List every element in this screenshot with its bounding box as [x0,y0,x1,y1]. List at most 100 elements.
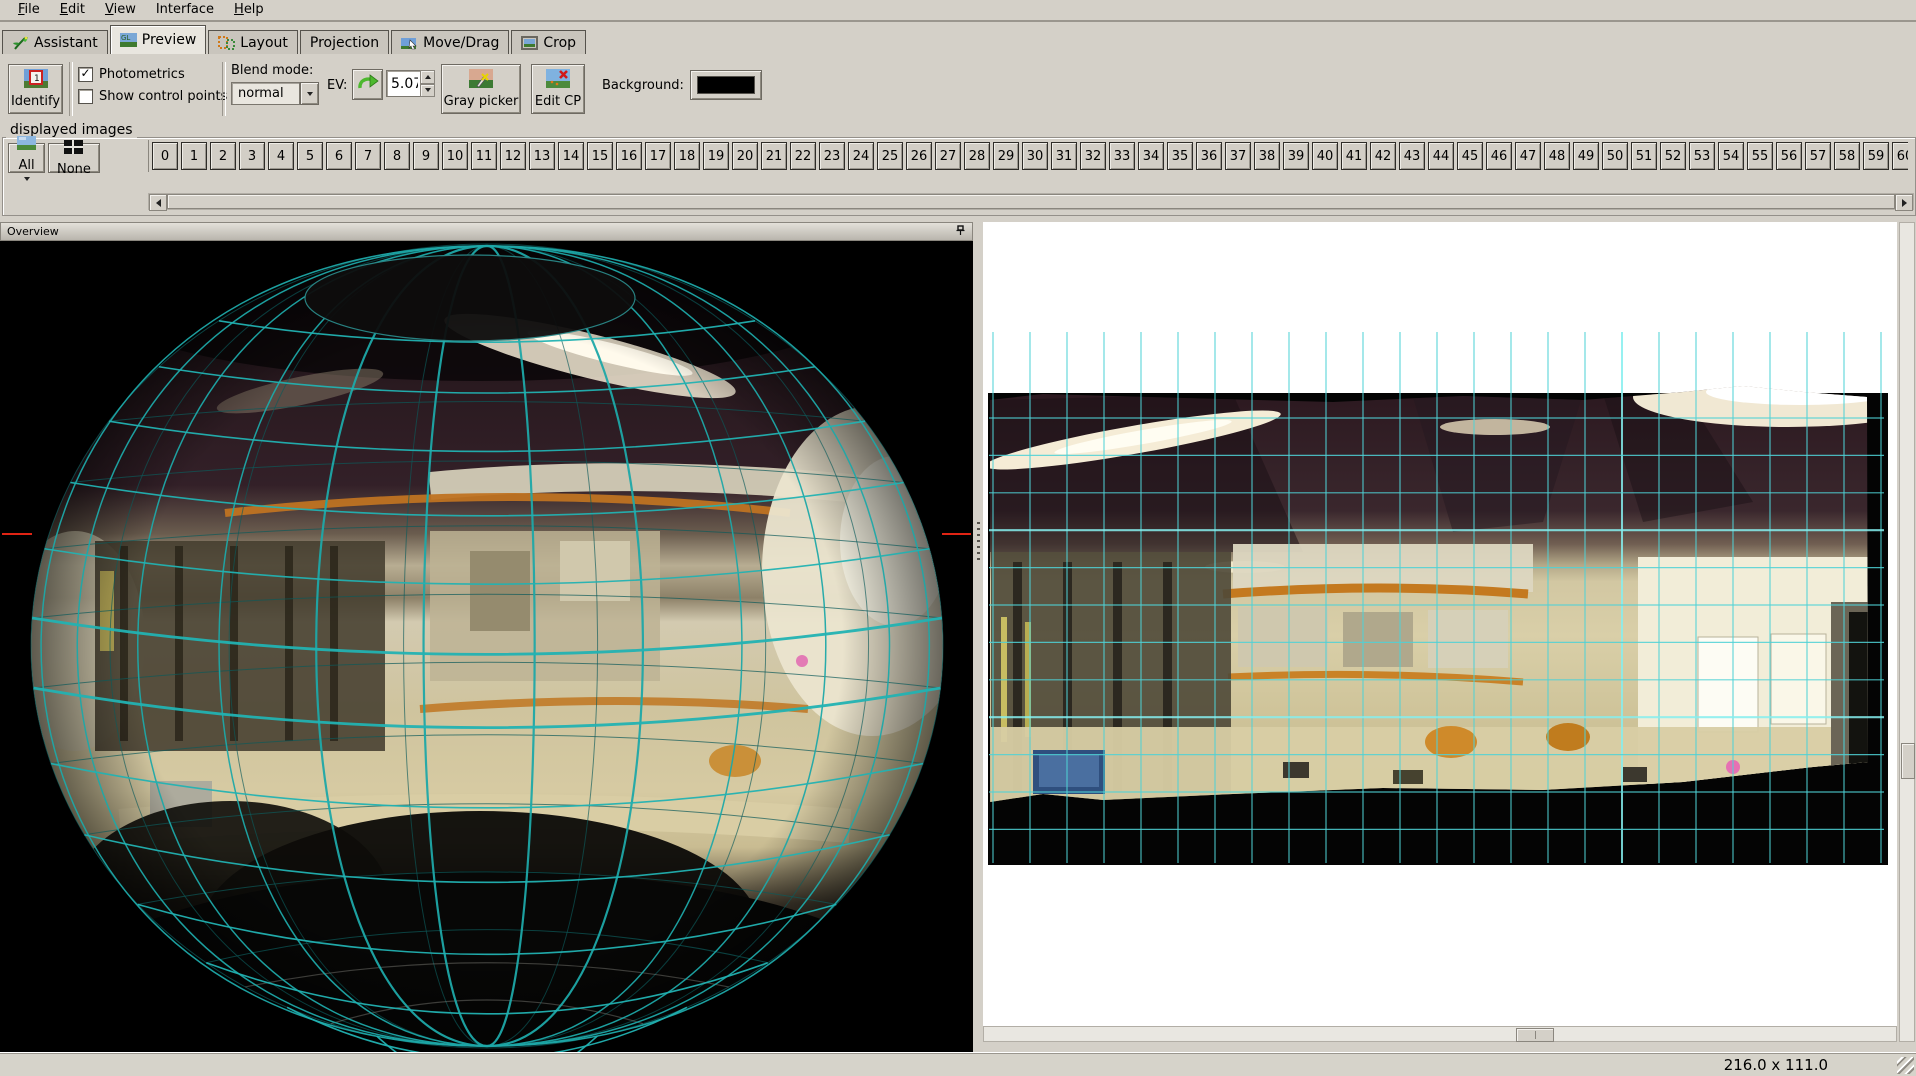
image-toggle-button[interactable]: 48 [1544,142,1570,170]
menu-interface[interactable]: Interface [146,0,224,20]
pano-vertical-scrollbar[interactable] [1899,222,1915,1042]
image-toggle-button[interactable]: 45 [1457,142,1483,170]
image-toggle-button[interactable]: 28 [964,142,990,170]
scroll-right-icon[interactable] [1895,194,1913,211]
show-cp-checkbox-row[interactable]: Show control points [78,89,227,104]
image-toggle-button[interactable]: 8 [384,142,410,170]
image-toggle-button[interactable]: 37 [1225,142,1251,170]
edit-cp-button[interactable]: Edit CP [531,64,585,114]
image-toggle-button[interactable]: 46 [1486,142,1512,170]
image-toggle-button[interactable]: 2 [210,142,236,170]
image-toggle-button[interactable]: 59 [1863,142,1889,170]
image-toggle-button[interactable]: 31 [1051,142,1077,170]
image-toggle-button[interactable]: 9 [413,142,439,170]
image-toggle-button[interactable]: 18 [674,142,700,170]
image-toggle-button[interactable]: 5 [297,142,323,170]
image-toggle-button[interactable]: 27 [935,142,961,170]
image-toggle-button[interactable]: 44 [1428,142,1454,170]
identify-button[interactable]: 1 Identify [8,64,63,114]
image-strip-scrollbar[interactable] [148,193,1914,210]
image-toggle-button[interactable]: 51 [1631,142,1657,170]
blend-mode-dropdown-arrow[interactable] [300,82,319,105]
pin-icon[interactable] [955,225,966,239]
menu-edit[interactable]: Edit [50,0,95,20]
image-toggle-button[interactable]: 38 [1254,142,1280,170]
image-toggle-button[interactable]: 26 [906,142,932,170]
image-toggle-button[interactable]: 14 [558,142,584,170]
photometrics-checkbox[interactable] [78,67,93,82]
image-toggle-button[interactable]: 55 [1747,142,1773,170]
image-toggle-button[interactable]: 7 [355,142,381,170]
show-control-points-checkbox[interactable] [78,89,93,104]
image-toggle-button[interactable]: 33 [1109,142,1135,170]
menu-view[interactable]: View [95,0,146,20]
panel-splitter[interactable] [973,222,983,1052]
show-all-button[interactable]: All [8,143,45,173]
tab-assistant[interactable]: Assistant [2,30,108,54]
ev-spin-buttons[interactable] [420,70,435,97]
image-toggle-button[interactable]: 30 [1022,142,1048,170]
image-toggle-button[interactable]: 15 [587,142,613,170]
image-toggle-button[interactable]: 42 [1370,142,1396,170]
image-toggle-button[interactable]: 24 [848,142,874,170]
image-toggle-button[interactable]: 25 [877,142,903,170]
image-strip-scroll-thumb[interactable] [167,194,1895,209]
image-toggle-button[interactable]: 50 [1602,142,1628,170]
image-toggle-button[interactable]: 58 [1834,142,1860,170]
tab-crop[interactable]: Crop [511,30,586,54]
image-toggle-button[interactable]: 56 [1776,142,1802,170]
ev-apply-button[interactable] [352,69,383,100]
pano-vscroll-thumb[interactable] [1901,743,1915,779]
show-none-button[interactable]: None [48,143,100,173]
image-toggle-button[interactable]: 6 [326,142,352,170]
image-toggle-button[interactable]: 43 [1399,142,1425,170]
image-toggle-button[interactable]: 34 [1138,142,1164,170]
image-toggle-button[interactable]: 17 [645,142,671,170]
image-toggle-button[interactable]: 49 [1573,142,1599,170]
tab-preview[interactable]: GL Preview [110,25,207,54]
tab-layout[interactable]: Layout [208,30,298,54]
image-toggle-button[interactable]: 19 [703,142,729,170]
image-toggle-button[interactable]: 11 [471,142,497,170]
image-toggle-button[interactable]: 12 [500,142,526,170]
image-toggle-button[interactable]: 21 [761,142,787,170]
menu-help[interactable]: Help [224,0,274,20]
ev-input[interactable] [386,70,420,97]
photometrics-checkbox-row[interactable]: Photometrics [78,67,185,82]
image-toggle-button[interactable]: 52 [1660,142,1686,170]
image-toggle-button[interactable]: 10 [442,142,468,170]
blend-mode-select[interactable]: normal [231,82,319,105]
image-toggle-button[interactable]: 39 [1283,142,1309,170]
menu-file[interactable]: File [8,0,50,20]
spin-down-icon[interactable] [420,84,435,98]
gray-picker-button[interactable]: Gray picker [441,64,521,114]
image-toggle-button[interactable]: 3 [239,142,265,170]
tab-projection[interactable]: Projection [300,30,389,54]
image-toggle-button[interactable]: 20 [732,142,758,170]
image-toggle-button[interactable]: 57 [1805,142,1831,170]
image-toggle-button[interactable]: 53 [1689,142,1715,170]
pano-horizontal-scrollbar[interactable] [983,1026,1897,1042]
image-toggle-button[interactable]: 32 [1080,142,1106,170]
image-toggle-button[interactable]: 0 [152,142,178,170]
pano-hscroll-thumb[interactable] [1516,1028,1554,1042]
ev-spinner[interactable] [386,70,434,97]
pano-preview-canvas[interactable] [983,222,1897,1026]
tab-move-drag[interactable]: Move/Drag [391,30,509,54]
scroll-left-icon[interactable] [149,194,167,211]
image-toggle-button[interactable]: 4 [268,142,294,170]
image-toggle-button[interactable]: 13 [529,142,555,170]
image-toggle-button[interactable]: 22 [790,142,816,170]
resize-grip-icon[interactable] [1897,1057,1914,1074]
image-toggle-button[interactable]: 36 [1196,142,1222,170]
image-toggle-button[interactable]: 29 [993,142,1019,170]
image-toggle-button[interactable]: 54 [1718,142,1744,170]
image-toggle-button[interactable]: 35 [1167,142,1193,170]
image-toggle-button[interactable]: 1 [181,142,207,170]
overview-sphere-canvas[interactable] [0,241,973,1052]
image-toggle-button[interactable]: 23 [819,142,845,170]
image-toggle-button[interactable]: 41 [1341,142,1367,170]
spin-up-icon[interactable] [420,70,435,84]
image-toggle-button[interactable]: 60 [1892,142,1908,170]
image-toggle-button[interactable]: 40 [1312,142,1338,170]
